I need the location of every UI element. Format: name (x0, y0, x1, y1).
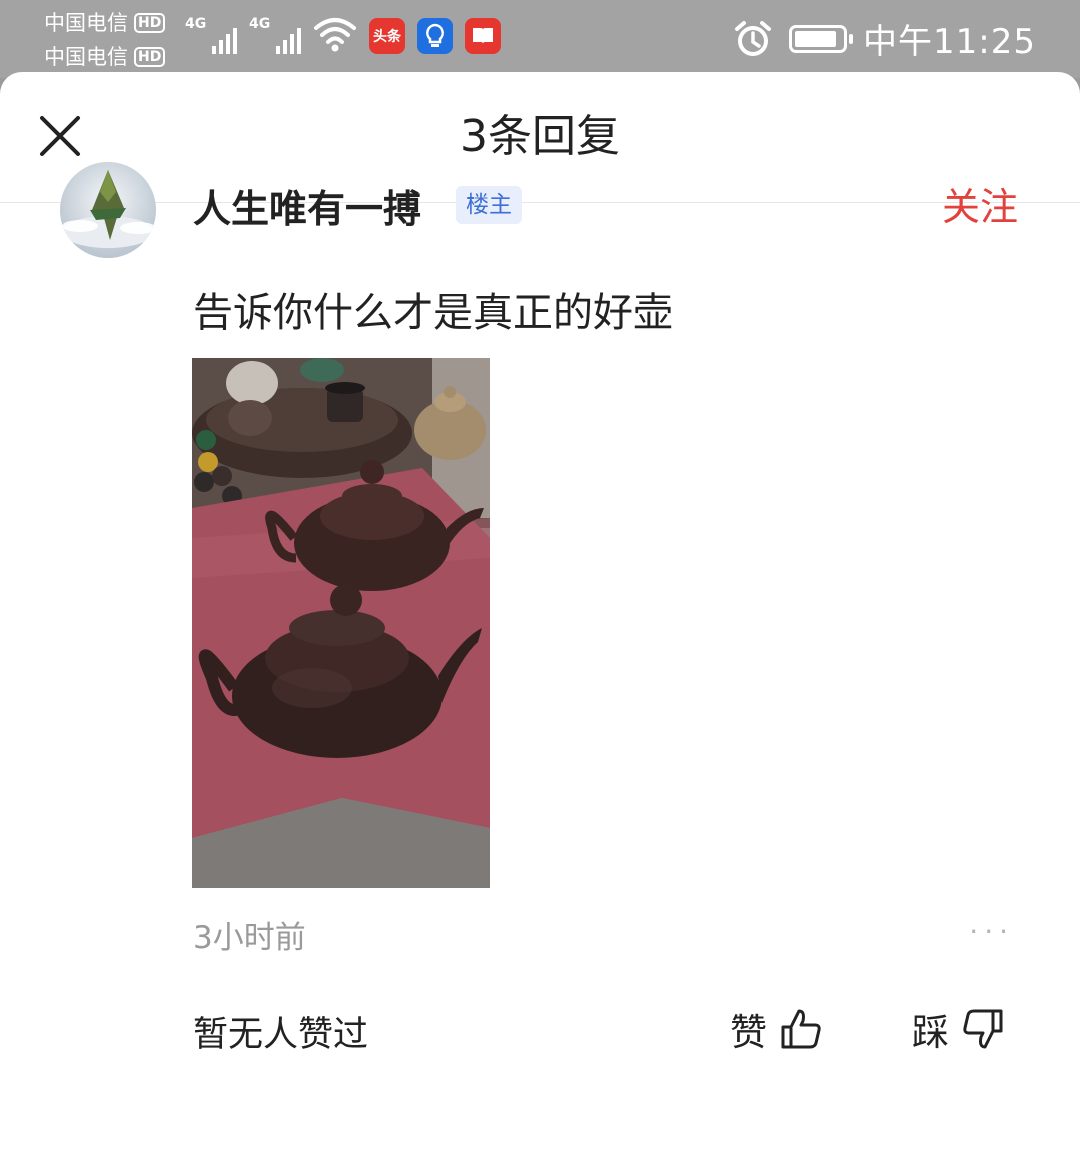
dislike-label: 踩 (912, 1011, 949, 1054)
thumbs-up-icon (781, 1009, 821, 1049)
like-label: 赞 (730, 1011, 767, 1054)
carrier-1-name: 中国电信 (44, 11, 128, 35)
battery-level (795, 30, 836, 47)
book-app-icon (465, 18, 501, 54)
clock: 中午11:25 (863, 22, 1036, 62)
sheet-header: 3条回复 (0, 72, 1080, 203)
comment-time: 3小时前 (193, 920, 306, 956)
wifi-icon (314, 18, 356, 52)
network-type-label: 4G (249, 16, 271, 32)
signal-strength-icon: 4G (185, 14, 237, 54)
avatar-image (60, 162, 156, 258)
replies-sheet: 3条回复 人生唯有一搏 楼主 关注 告诉你什么才是真正的好壶 3小时前 ··· … (0, 72, 1080, 1165)
toutiao-app-icon: 头条 (369, 18, 405, 54)
like-button[interactable]: 赞 (730, 1002, 823, 1056)
signal-strength-icon: 4G (249, 14, 301, 54)
more-options-button[interactable]: ··· (969, 915, 1014, 948)
carrier-1: 中国电信 HD (44, 6, 166, 40)
status-bar: 中国电信 HD 中国电信 HD 4G 4G 头条 中午11:25 (0, 0, 1080, 78)
battery-icon (789, 24, 854, 53)
signal-icons: 4G 4G 头条 (185, 14, 501, 54)
comment-photo[interactable] (192, 358, 490, 888)
toutiao-app-label: 头条 (373, 29, 401, 45)
thumbs-down-icon (963, 1009, 1003, 1049)
hd-badge: HD (134, 47, 166, 67)
hd-badge: HD (134, 13, 166, 33)
carrier-info: 中国电信 HD 中国电信 HD (44, 6, 166, 74)
alarm-clock-icon (735, 20, 772, 56)
dislike-button[interactable]: 踩 (912, 1002, 1005, 1056)
carrier-2: 中国电信 HD (44, 40, 166, 74)
teapot-photo (192, 358, 490, 888)
lightbulb-icon (426, 23, 444, 47)
carrier-2-name: 中国电信 (44, 45, 128, 69)
network-type-label: 4G (185, 16, 207, 32)
op-badge: 楼主 (456, 186, 522, 224)
sheet-title: 3条回复 (460, 111, 620, 162)
book-icon (473, 28, 493, 44)
username[interactable]: 人生唯有一搏 (193, 178, 421, 233)
comment-text: 告诉你什么才是真正的好壶 (193, 290, 673, 336)
no-likes-text: 暂无人赞过 (193, 1015, 369, 1055)
follow-button[interactable]: 关注 (942, 176, 1018, 231)
status-right: 中午11:25 (733, 14, 1036, 63)
avatar[interactable] (60, 162, 156, 258)
lightbulb-app-icon (417, 18, 453, 54)
